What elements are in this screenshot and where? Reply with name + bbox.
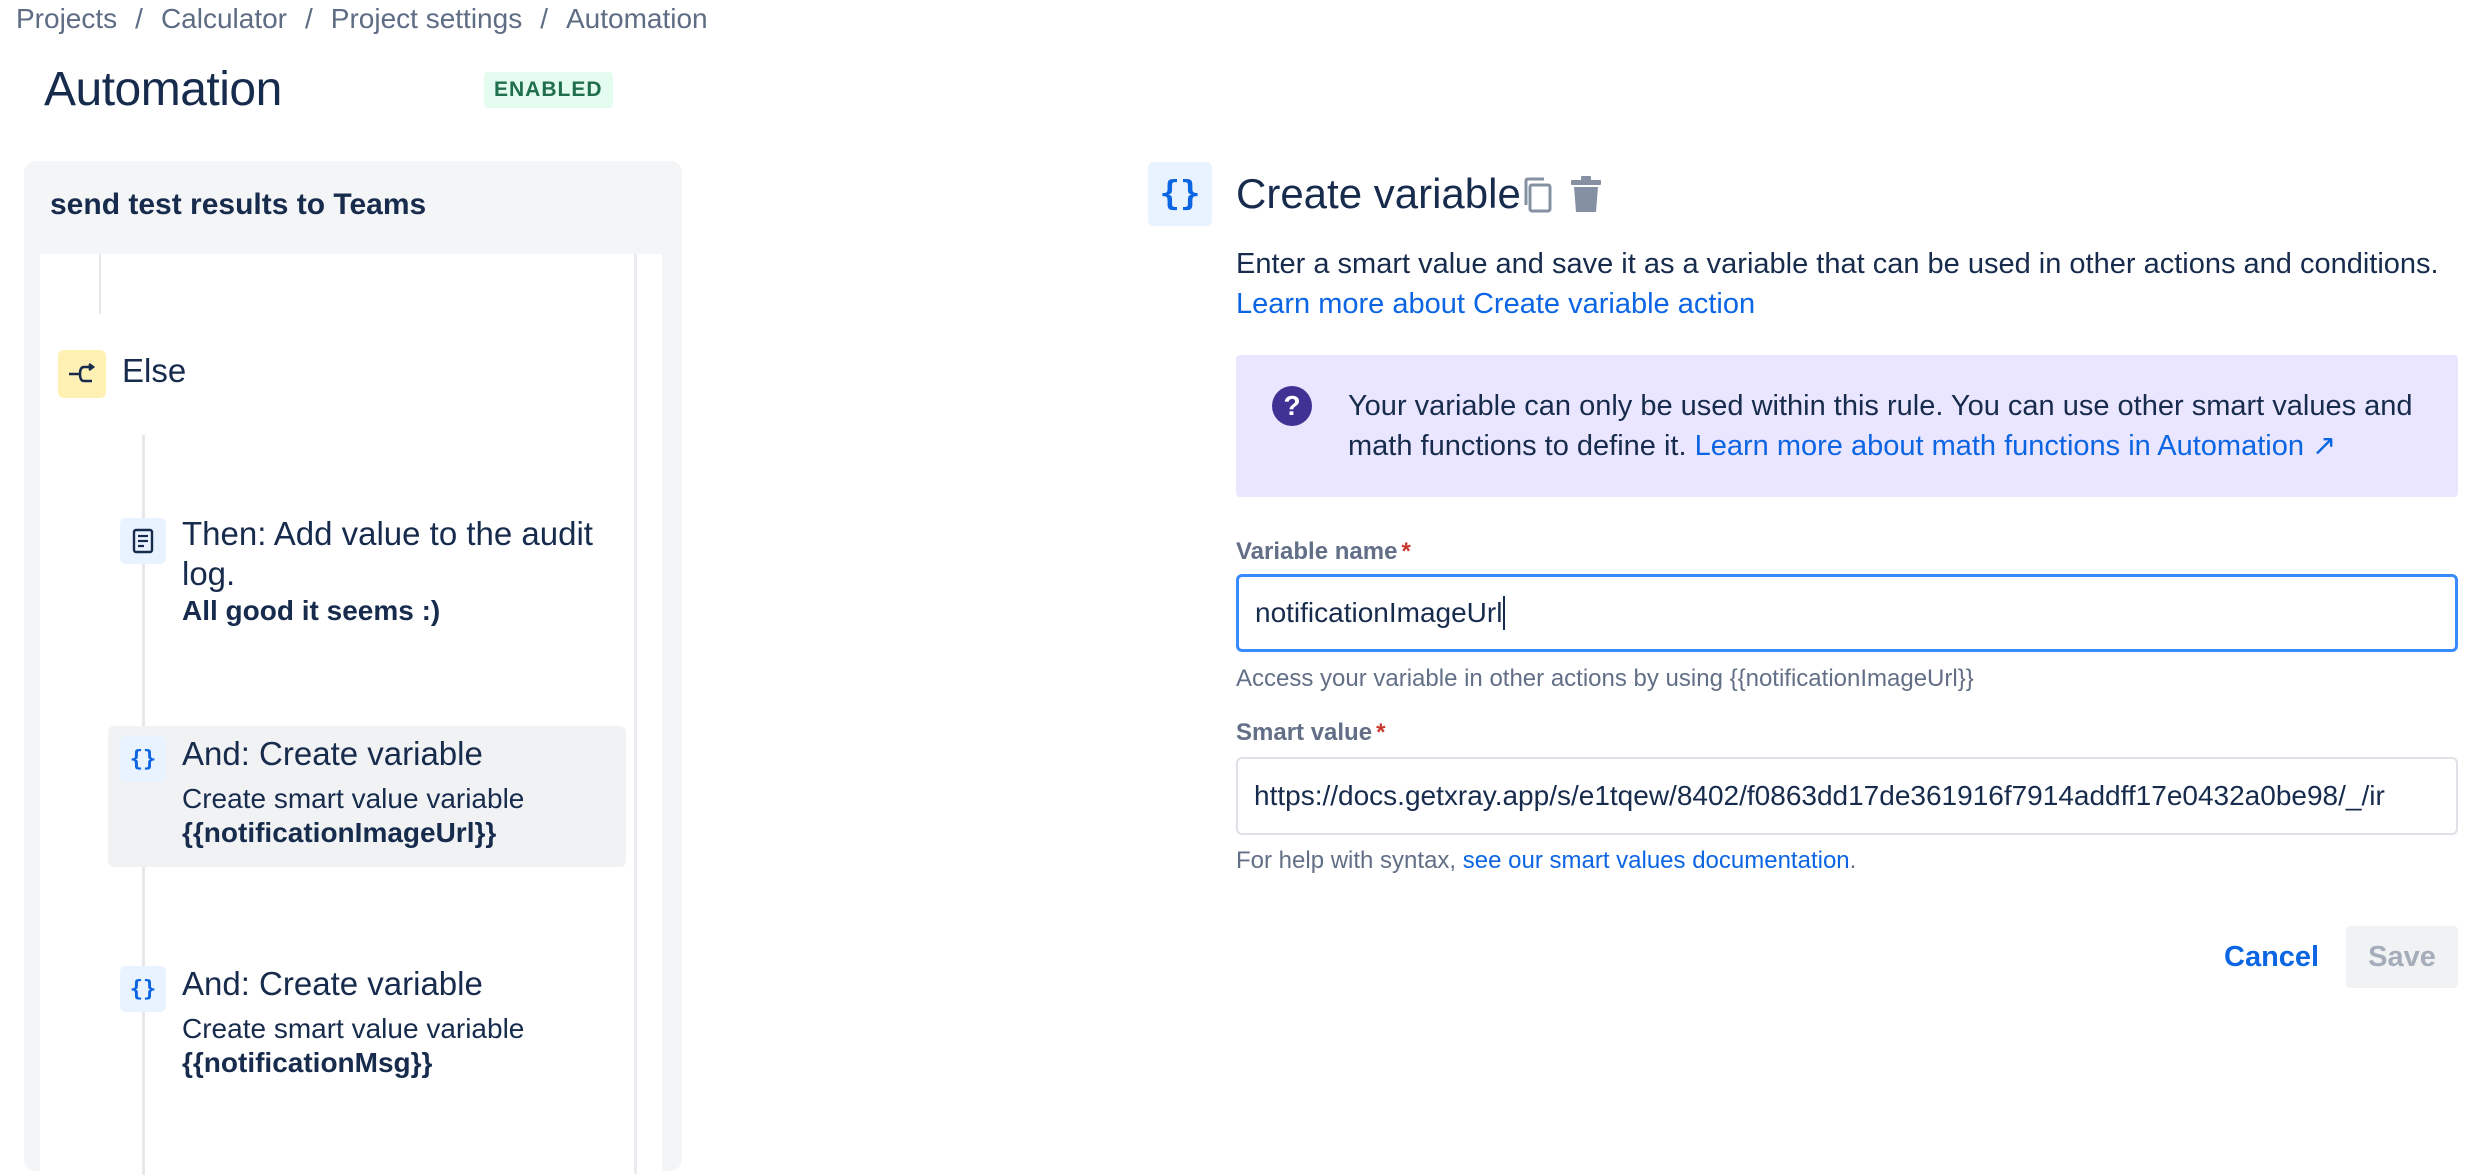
- component-create-variable-msg[interactable]: And: Create variable Create smart value …: [182, 964, 612, 1080]
- breadcrumb-separator: /: [305, 3, 313, 34]
- audit-log-icon: [120, 518, 166, 564]
- component-create-variable-image-url[interactable]: And: Create variable Create smart value …: [182, 734, 612, 850]
- smart-values-docs-link[interactable]: see our smart values documentation: [1463, 847, 1850, 874]
- component-detail: All good it seems :): [182, 595, 441, 626]
- braces-icon: {}: [120, 966, 166, 1012]
- component-title: Then: Add value to the audit log.: [182, 515, 593, 592]
- config-description-block: Enter a smart value and save it as a var…: [1236, 244, 2466, 324]
- info-message: Your variable can only be used within th…: [1348, 386, 2428, 466]
- breadcrumb: Projects / Calculator / Project settings…: [16, 0, 708, 38]
- question-icon: ?: [1272, 386, 1312, 426]
- breadcrumb-separator: /: [540, 3, 548, 34]
- rule-name: send test results to Teams: [50, 188, 427, 221]
- trash-icon[interactable]: [1568, 174, 1604, 214]
- smart-value-helper-prefix: For help with syntax,: [1236, 847, 1457, 874]
- page-title: Automation: [44, 63, 282, 116]
- copy-icon[interactable]: [1520, 176, 1554, 214]
- smart-value-label: Smart value *: [1236, 719, 1385, 747]
- smart-value-input[interactable]: https://docs.getxray.app/s/e1tqew/8402/f…: [1236, 757, 2458, 835]
- scrollbar-track[interactable]: [634, 254, 637, 1174]
- math-functions-link[interactable]: Learn more about math functions in Autom…: [1695, 430, 2337, 462]
- variable-name-label-text: Variable name: [1236, 538, 1398, 565]
- smart-value-label-text: Smart value: [1236, 719, 1373, 746]
- breadcrumb-projects[interactable]: Projects: [16, 3, 117, 35]
- breadcrumb-calculator[interactable]: Calculator: [161, 3, 287, 35]
- smart-value-helper: For help with syntax, see our smart valu…: [1236, 847, 1856, 875]
- component-detail: {{notificationImageUrl}}: [182, 817, 497, 848]
- status-badge: ENABLED: [484, 72, 613, 108]
- required-marker: *: [1401, 538, 1411, 565]
- component-subtitle: Create smart value variable: [182, 783, 525, 814]
- breadcrumb-automation[interactable]: Automation: [566, 3, 708, 35]
- variable-name-helper: Access your variable in other actions by…: [1236, 665, 1974, 692]
- component-title: And: Create variable: [182, 965, 483, 1002]
- config-description: Enter a smart value and save it as a var…: [1236, 248, 2439, 280]
- component-subtitle: Create smart value variable: [182, 1013, 525, 1044]
- braces-icon: {}: [1148, 162, 1212, 226]
- config-title: Create variable: [1236, 170, 1521, 217]
- variable-name-value: notificationImageUrl: [1255, 597, 1503, 628]
- cancel-button[interactable]: Cancel: [2210, 926, 2333, 988]
- text-caret: [1503, 596, 1506, 630]
- variable-name-input[interactable]: notificationImageUrl: [1236, 574, 2458, 652]
- component-audit-log[interactable]: Then: Add value to the audit log. All go…: [182, 514, 602, 628]
- component-detail: {{notificationMsg}}: [182, 1047, 433, 1078]
- variable-name-label: Variable name *: [1236, 538, 1411, 566]
- learn-more-link[interactable]: Learn more about Create variable action: [1236, 288, 1755, 320]
- branch-icon: [58, 350, 106, 398]
- smart-value-value: https://docs.getxray.app/s/e1tqew/8402/f…: [1254, 780, 2385, 811]
- required-marker: *: [1376, 719, 1386, 746]
- breadcrumb-separator: /: [135, 3, 143, 34]
- braces-icon: {}: [120, 736, 166, 782]
- component-title: And: Create variable: [182, 735, 483, 772]
- else-branch-label[interactable]: Else: [122, 352, 186, 390]
- connector-line: [99, 254, 101, 314]
- breadcrumb-project-settings[interactable]: Project settings: [331, 3, 522, 35]
- smart-value-helper-suffix: .: [1849, 847, 1857, 874]
- save-button[interactable]: Save: [2346, 926, 2458, 988]
